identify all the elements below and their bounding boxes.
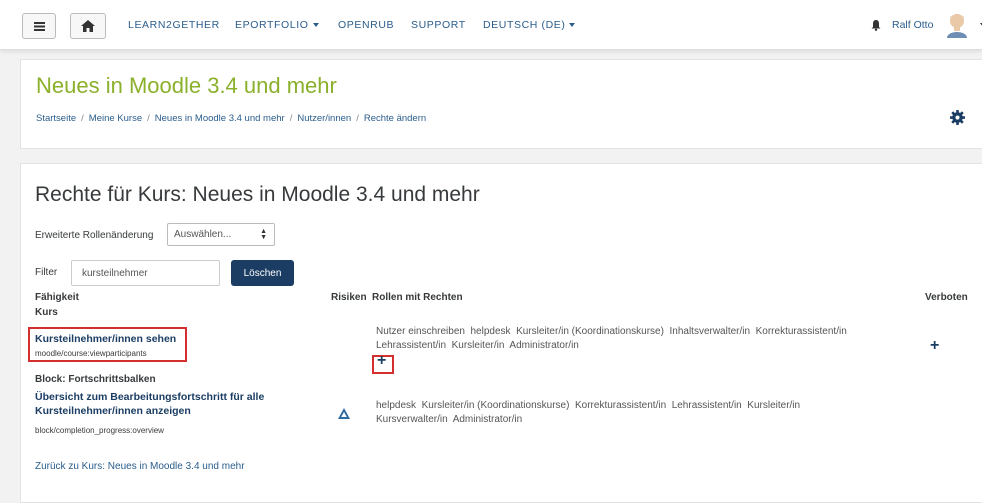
nav-link-learn2gether[interactable]: LEARN2GETHER	[128, 19, 220, 31]
menu-toggle-button[interactable]	[22, 13, 56, 39]
nav-link-language-label: DEUTSCH (DE)	[483, 19, 566, 31]
page-title: Rechte für Kurs: Neues in Moodle 3.4 und…	[35, 183, 480, 206]
breadcrumb-item-participants[interactable]: Nutzer/innen	[297, 113, 351, 124]
caret-down-icon	[312, 23, 319, 28]
column-header-capability: Fähigkeit	[35, 292, 79, 303]
breadcrumb-separator: /	[356, 113, 359, 124]
clear-filter-button[interactable]: Löschen	[231, 260, 294, 286]
breadcrumb-item-course[interactable]: Neues in Moodle 3.4 und mehr	[155, 113, 285, 124]
roles-line: Nutzer einschreiben helpdesk Kursleiter/…	[376, 326, 847, 337]
gear-icon[interactable]	[950, 110, 965, 125]
risk-triangle-icon[interactable]	[338, 408, 350, 419]
capability-code: moodle/course:viewparticipants	[35, 349, 147, 358]
filter-input[interactable]: kursteilnehmer	[71, 260, 220, 286]
nav-link-openrub[interactable]: OPENRUB	[338, 19, 394, 31]
breadcrumb-separator: /	[147, 113, 150, 124]
capability-code: block/completion_progress:overview	[35, 426, 164, 435]
roles-line: Kursverwalter/in Administrator/in	[376, 414, 523, 425]
caret-down-icon	[569, 23, 576, 28]
advanced-override-select-value: Auswählen...	[174, 229, 232, 240]
group-heading-progress-bar: Block: Fortschrittsbalken	[35, 374, 156, 385]
breadcrumb-separator: /	[81, 113, 84, 124]
capability-link-line: Kursteilnehmer/innen anzeigen	[35, 405, 191, 417]
roles-with-permission-list: Nutzer einschreiben helpdesk Kursleiter/…	[376, 325, 916, 353]
prohibit-plus-icon[interactable]: +	[930, 337, 939, 355]
top-navbar: LEARN2GETHER EPORTFOLIO OPENRUB SUPPORT …	[0, 0, 982, 50]
breadcrumb-separator: /	[289, 113, 293, 124]
group-heading-course: Kurs	[35, 307, 58, 318]
column-header-roles: Rollen mit Rechten	[372, 292, 463, 303]
filter-label: Filter	[35, 267, 58, 278]
user-name[interactable]: Ralf Otto	[892, 19, 933, 31]
nav-link-language[interactable]: DEUTSCH (DE)	[483, 19, 576, 31]
roles-line: helpdesk Kursleiter/in (Koordinationskur…	[376, 400, 801, 411]
back-to-course-link[interactable]: Zurück zu Kurs: Neues in Moodle 3.4 und …	[35, 461, 245, 472]
home-button[interactable]	[70, 13, 106, 39]
capability-link-progress-overview[interactable]: Übersicht zum Bearbeitungsfortschritt fü…	[35, 391, 264, 417]
roles-line: Lehrassistent/in Kursleiter/in Administr…	[376, 340, 579, 351]
home-icon	[81, 20, 95, 32]
breadcrumb-item-my-courses[interactable]: Meine Kurse	[89, 113, 142, 124]
hamburger-icon	[33, 21, 45, 31]
column-header-prohibited: Verboten	[925, 292, 968, 303]
course-title[interactable]: Neues in Moodle 3.4 und mehr	[36, 73, 337, 99]
avatar[interactable]	[945, 12, 969, 38]
breadcrumb-item-home[interactable]: Startseite	[36, 113, 76, 124]
nav-link-support[interactable]: SUPPORT	[411, 19, 466, 31]
nav-link-eportfolio[interactable]: EPORTFOLIO	[235, 19, 319, 31]
breadcrumb: Startseite / Meine Kurse / Neues in Moodle 3…	[36, 113, 426, 124]
capability-link-line: Übersicht zum Bearbeitungsfortschritt fü…	[35, 391, 265, 403]
column-header-risks: Risiken	[331, 292, 367, 303]
bell-icon[interactable]	[871, 20, 881, 31]
advanced-override-label: Erweiterte Rollenänderung	[35, 230, 154, 241]
nav-link-eportfolio-label: EPORTFOLIO	[235, 19, 309, 31]
add-role-plus-icon[interactable]: +	[377, 352, 386, 370]
breadcrumb-item-current[interactable]: Rechte ändern	[364, 113, 426, 124]
capability-link-view-participants[interactable]: Kursteilnehmer/innen sehen	[35, 333, 176, 345]
advanced-override-select[interactable]: Auswählen... ▲ ▼	[167, 223, 275, 246]
select-arrows-icon: ▲ ▼	[260, 228, 267, 241]
roles-with-permission-list: helpdesk Kursleiter/in (Koordinationskur…	[376, 399, 916, 427]
